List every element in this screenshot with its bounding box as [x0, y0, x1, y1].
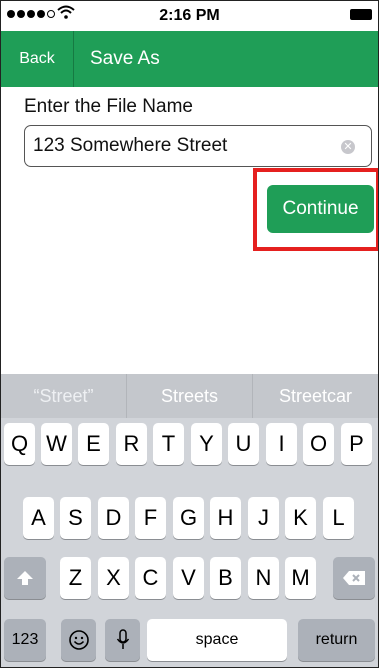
status-time: 2:16 PM [159, 7, 220, 24]
key[interactable]: E [78, 423, 109, 465]
key[interactable]: G [173, 497, 204, 539]
status-bar: 2:16 PM [1, 1, 378, 31]
key[interactable]: X [98, 557, 129, 599]
key[interactable]: J [248, 497, 279, 539]
key[interactable]: U [228, 423, 259, 465]
back-button[interactable]: Back [1, 31, 74, 87]
nav-bar: Back Save As [1, 31, 378, 87]
dictation-key[interactable] [105, 619, 140, 661]
key[interactable]: L [323, 497, 354, 539]
keyboard: “Street” Streets Streetcar Q W E R T Y U… [1, 374, 378, 667]
key[interactable]: S [60, 497, 91, 539]
prediction-item[interactable]: Streets [126, 374, 252, 418]
shift-key[interactable] [4, 557, 46, 599]
key[interactable]: A [23, 497, 54, 539]
battery-icon [350, 9, 372, 20]
clear-text-icon[interactable]: ✕ [341, 140, 355, 154]
key[interactable]: Z [60, 557, 91, 599]
key[interactable]: I [266, 423, 297, 465]
microphone-icon [116, 629, 129, 649]
prediction-item[interactable]: Streetcar [252, 374, 378, 418]
phone-screen: 2:16 PM Back Save As Enter the File Name… [0, 0, 379, 668]
key[interactable]: V [173, 557, 204, 599]
numbers-key[interactable]: 123 [4, 619, 46, 661]
emoji-key[interactable] [61, 619, 96, 661]
key[interactable]: T [153, 423, 184, 465]
emoji-icon [68, 630, 89, 650]
file-name-input[interactable]: 123 Somewhere Street ✕ [24, 125, 372, 167]
backspace-icon [343, 571, 365, 585]
space-key[interactable]: space [147, 619, 287, 661]
continue-button[interactable]: Continue [267, 185, 374, 233]
prediction-bar: “Street” Streets Streetcar [1, 374, 378, 418]
key[interactable]: F [135, 497, 166, 539]
key[interactable]: Q [4, 423, 35, 465]
key[interactable]: K [285, 497, 316, 539]
return-key[interactable]: return [298, 619, 375, 661]
key[interactable]: D [98, 497, 129, 539]
key[interactable]: M [285, 557, 316, 599]
key[interactable]: N [248, 557, 279, 599]
shift-icon [17, 571, 33, 585]
key[interactable]: H [210, 497, 241, 539]
key[interactable]: R [116, 423, 147, 465]
file-name-value: 123 Somewhere Street [33, 135, 228, 156]
delete-key[interactable] [333, 557, 375, 599]
key[interactable]: B [210, 557, 241, 599]
key[interactable]: P [341, 423, 372, 465]
key[interactable]: O [303, 423, 334, 465]
key[interactable]: W [41, 423, 72, 465]
prediction-item[interactable]: “Street” [1, 374, 126, 418]
key[interactable]: C [135, 557, 166, 599]
page-title: Save As [90, 48, 160, 69]
file-name-label: Enter the File Name [24, 96, 193, 117]
key[interactable]: Y [191, 423, 222, 465]
